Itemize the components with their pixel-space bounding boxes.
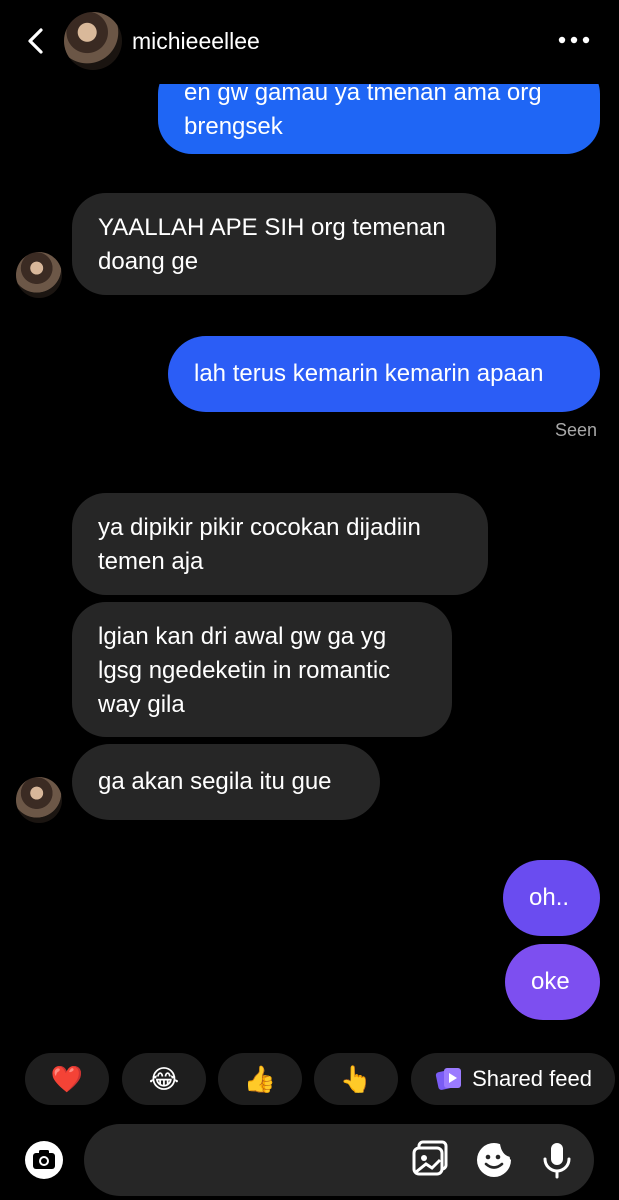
reaction-heart-button[interactable]: ❤️ bbox=[25, 1053, 109, 1105]
message-line: ga akan segila itu gue bbox=[98, 768, 332, 795]
username[interactable]: michieeellee bbox=[132, 28, 260, 55]
shared-feed-icon bbox=[435, 1068, 462, 1090]
microphone-icon[interactable] bbox=[537, 1140, 577, 1180]
chat-header: michieeellee bbox=[0, 0, 619, 84]
heart-icon: ❤️ bbox=[50, 1063, 84, 1094]
sender-avatar[interactable] bbox=[16, 252, 62, 298]
more-options-icon[interactable] bbox=[556, 30, 592, 50]
message-line: oke bbox=[531, 968, 570, 995]
message-line: temen aja bbox=[98, 548, 204, 575]
message-line: lgsg ngedeketin in romantic bbox=[98, 657, 391, 684]
message-incoming[interactable]: YAALLAH APE SIH org temenan doang ge bbox=[72, 193, 496, 295]
thumbs-up-icon: 👍 bbox=[243, 1063, 277, 1094]
back-arrow-icon[interactable] bbox=[22, 26, 52, 56]
header-avatar[interactable] bbox=[64, 12, 122, 70]
reaction-laugh-button[interactable]: 😂 bbox=[122, 1053, 206, 1105]
message-line: oh.. bbox=[529, 884, 570, 911]
pointing-hand-icon: 👆 bbox=[339, 1063, 373, 1094]
reaction-point-button[interactable]: 👆 bbox=[314, 1053, 398, 1105]
message-line: doang ge bbox=[98, 248, 199, 275]
camera-icon[interactable] bbox=[24, 1140, 64, 1180]
gallery-icon[interactable] bbox=[410, 1140, 450, 1180]
shared-feed-button[interactable]: Shared feed bbox=[411, 1053, 615, 1105]
message-line: YAALLAH APE SIH org temenan bbox=[98, 214, 446, 241]
message-incoming[interactable]: lgian kan dri awal gw ga yg lgsg ngedeke… bbox=[72, 602, 452, 737]
sender-avatar[interactable] bbox=[16, 777, 62, 823]
message-incoming[interactable]: ga akan segila itu gue bbox=[72, 744, 380, 820]
message-outgoing[interactable]: lah terus kemarin kemarin apaan bbox=[168, 336, 600, 412]
message-line: lah terus kemarin kemarin apaan bbox=[194, 360, 544, 387]
message-input[interactable] bbox=[84, 1124, 594, 1196]
message-line: brengsek bbox=[184, 113, 283, 140]
message-line: lgian kan dri awal gw ga yg bbox=[98, 623, 387, 650]
seen-status: Seen bbox=[555, 420, 598, 440]
message-line: ya dipikir pikir cocokan dijadiin bbox=[98, 514, 421, 541]
message-outgoing[interactable]: oh.. bbox=[503, 860, 600, 936]
reaction-thumbs-up-button[interactable]: 👍 bbox=[218, 1053, 302, 1105]
sticker-icon[interactable] bbox=[474, 1140, 514, 1180]
message-incoming[interactable]: ya dipikir pikir cocokan dijadiin temen … bbox=[72, 493, 488, 595]
laughing-icon: 😂 bbox=[148, 1063, 180, 1094]
shared-feed-label: Shared feed bbox=[472, 1066, 592, 1091]
message-line: way gila bbox=[98, 691, 185, 718]
message-outgoing[interactable]: oke bbox=[505, 944, 600, 1020]
